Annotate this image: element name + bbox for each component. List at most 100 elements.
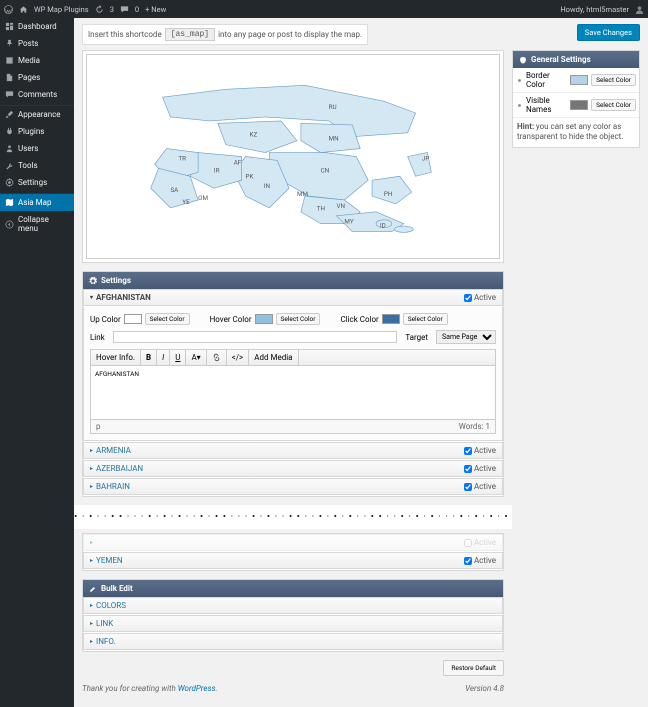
gear-icon <box>5 178 14 187</box>
sidebar-item-tools[interactable]: Tools <box>0 157 74 174</box>
country-hidden[interactable]: ▸ Active <box>83 534 503 551</box>
select-color-button[interactable]: Select Color <box>591 99 636 111</box>
active-checkbox[interactable]: Active <box>464 482 496 491</box>
refresh-icon[interactable] <box>95 5 104 14</box>
main-content: Insert this shortcode [as_map] into any … <box>74 18 648 707</box>
media-icon <box>5 56 14 65</box>
avatar-icon[interactable] <box>635 5 644 14</box>
tab-hover-info[interactable]: Hover Info. <box>91 350 141 365</box>
comment-icon[interactable] <box>120 5 129 14</box>
dashboard-icon <box>5 22 14 31</box>
users-icon <box>5 144 14 153</box>
sidebar-item-settings[interactable]: Settings <box>0 174 74 191</box>
wordpress-link[interactable]: WordPress <box>178 684 216 693</box>
textcolor-button[interactable]: A ▾ <box>186 350 206 365</box>
version-text: Version 4.8 <box>465 684 504 693</box>
bulk-link[interactable]: ▸LINK <box>83 615 503 632</box>
active-checkbox[interactable]: Active <box>464 293 496 302</box>
color-swatch[interactable] <box>570 100 588 110</box>
footer: Thank you for creating with WordPress. V… <box>82 676 504 701</box>
home-icon[interactable] <box>19 5 28 14</box>
hover-color-button[interactable]: Select Color <box>276 313 321 325</box>
bulk-colors[interactable]: ▸COLORS <box>83 597 503 614</box>
shield-icon <box>519 56 527 64</box>
howdy-text[interactable]: Howdy, html5master <box>560 5 629 14</box>
target-select[interactable]: Same Page <box>436 330 496 344</box>
shortcode-code[interactable]: [as_map] <box>165 28 215 41</box>
sidebar-item-comments[interactable]: Comments <box>0 86 74 103</box>
country-armenia[interactable]: ▸ARMENIAActive <box>83 442 503 459</box>
sidebar-item-appearance[interactable]: Appearance <box>0 106 74 123</box>
sidebar-item-dashboard[interactable]: Dashboard <box>0 18 74 35</box>
link-button[interactable] <box>207 350 227 365</box>
sidebar-item-users[interactable]: Users <box>0 140 74 157</box>
comments-count[interactable]: 0 <box>135 5 139 14</box>
bulk-edit-header: Bulk Edit <box>83 580 503 597</box>
updates-count[interactable]: 3 <box>110 5 114 14</box>
hover-color-swatch[interactable] <box>255 314 273 324</box>
editor-toolbar: Hover Info. B I U A ▾ </> Add Media <box>90 349 496 365</box>
shortcode-prefix: Insert this shortcode <box>88 30 162 39</box>
asia-map[interactable]: RUKZMN CNJPIN TRIRSA AFPKMM THVNPH IDMYY… <box>86 54 500 259</box>
up-color-button[interactable]: Select Color <box>145 313 190 325</box>
svg-text:TH: TH <box>317 204 325 212</box>
active-checkbox[interactable]: Active <box>464 446 496 455</box>
edit-icon <box>89 585 97 593</box>
select-color-button[interactable]: Select Color <box>591 74 636 86</box>
expand-icon: ▸ <box>90 602 93 609</box>
svg-text:KZ: KZ <box>250 131 258 139</box>
up-color-swatch[interactable] <box>124 314 142 324</box>
sidebar-item-pages[interactable]: Pages <box>0 69 74 86</box>
country-yemen[interactable]: ▸YEMEN Active <box>83 552 503 569</box>
general-settings-header: General Settings <box>513 51 639 68</box>
underline-button[interactable]: U <box>170 350 186 365</box>
svg-text:YE: YE <box>182 198 190 206</box>
sidebar-item-posts[interactable]: Posts <box>0 35 74 52</box>
site-name[interactable]: WP Map Plugins <box>34 5 89 14</box>
color-swatch[interactable] <box>570 75 588 85</box>
bullet-icon <box>516 77 523 84</box>
new-button[interactable]: + New <box>145 5 166 14</box>
admin-bar: WP Map Plugins 3 0 + New Howdy, html5mas… <box>0 0 648 18</box>
add-media-button[interactable]: Add Media <box>249 350 298 365</box>
active-checkbox[interactable]: Active <box>464 556 496 565</box>
country-azerbaijan[interactable]: ▸AZERBAIJANActive <box>83 460 503 477</box>
active-checkbox[interactable]: Active <box>464 464 496 473</box>
italic-button[interactable]: I <box>157 350 170 365</box>
svg-text:OM: OM <box>198 194 208 202</box>
settings-panel-bottom: ▸ Active ▸YEMEN Active <box>82 533 504 571</box>
bold-button[interactable]: B <box>141 350 157 365</box>
target-label: Target <box>405 333 428 342</box>
svg-text:MY: MY <box>344 218 353 226</box>
sidebar-item-media[interactable]: Media <box>0 52 74 69</box>
svg-text:ID: ID <box>380 222 386 230</box>
link-label: Link <box>90 333 105 342</box>
sidebar-item-asia-map[interactable]: Asia Map <box>0 194 74 211</box>
link-input[interactable] <box>113 331 398 343</box>
sidebar-item-collapse-menu[interactable]: Collapse menu <box>0 211 74 237</box>
country-afghanistan-header[interactable]: ▾AFGHANISTAN Active <box>83 289 503 306</box>
code-button[interactable]: </> <box>227 350 250 365</box>
wordpress-icon[interactable] <box>4 5 13 14</box>
click-color-swatch[interactable] <box>382 314 400 324</box>
setting-row: Visible NamesSelect Color <box>513 93 639 118</box>
click-color-button[interactable]: Select Color <box>403 313 448 325</box>
save-changes-button[interactable]: Save Changes <box>577 24 640 41</box>
country-afghanistan-body: Up Color Select Color Hover Color Select… <box>83 307 503 441</box>
settings-header: Settings <box>83 272 503 289</box>
sidebar-item-plugins[interactable]: Plugins <box>0 123 74 140</box>
restore-default-button[interactable]: Restore Default <box>443 660 504 676</box>
country-bahrain[interactable]: ▸BAHRAINActive <box>83 478 503 495</box>
map-icon <box>5 198 14 207</box>
gear-icon <box>89 277 97 285</box>
editor-textarea[interactable]: AFGHANISTAN <box>90 365 496 420</box>
general-settings-panel: General Settings Border ColorSelect Colo… <box>512 50 640 148</box>
svg-text:IR: IR <box>214 166 220 174</box>
bulk-info[interactable]: ▸INFO. <box>83 633 503 650</box>
expand-icon: ▸ <box>90 557 93 564</box>
admin-sidebar: DashboardPostsMediaPagesComments Appearan… <box>0 18 74 707</box>
shortcode-notice: Insert this shortcode [as_map] into any … <box>82 24 368 45</box>
expand-icon: ▸ <box>90 620 93 627</box>
expand-icon: ▸ <box>90 447 93 454</box>
content-tear <box>74 505 512 529</box>
